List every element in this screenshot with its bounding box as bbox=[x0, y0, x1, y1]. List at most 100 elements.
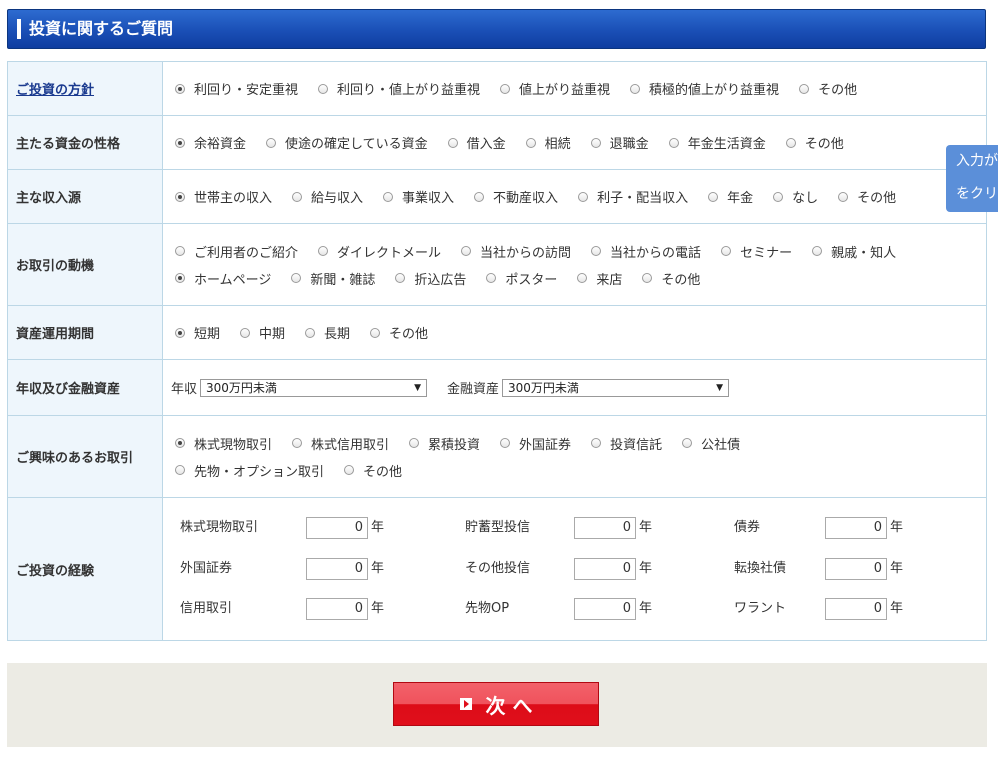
interest-option[interactable]: 投資信託 bbox=[591, 434, 662, 453]
motive-option[interactable]: セミナー bbox=[721, 242, 792, 261]
annual-income-select[interactable]: 300万円未満 ▼ bbox=[200, 378, 428, 397]
radio-button[interactable] bbox=[773, 191, 784, 202]
policy-option[interactable]: 利回り・安定重視 bbox=[175, 79, 298, 98]
radio-button[interactable] bbox=[785, 137, 796, 148]
radio-button[interactable] bbox=[500, 83, 511, 94]
period-option[interactable]: その他 bbox=[370, 323, 428, 342]
radio-button[interactable] bbox=[175, 327, 185, 338]
radio-button[interactable] bbox=[591, 246, 602, 256]
fund-option[interactable]: 退職金 bbox=[590, 133, 649, 152]
income-option[interactable]: その他 bbox=[838, 187, 896, 206]
motive-option[interactable]: ダイレクトメール bbox=[318, 242, 441, 261]
radio-button[interactable] bbox=[461, 246, 472, 256]
radio-button[interactable] bbox=[395, 273, 406, 283]
policy-label-link[interactable]: ご投資の方針 bbox=[16, 83, 94, 98]
radio-button[interactable] bbox=[175, 191, 185, 202]
experience-years-input[interactable]: 0 bbox=[306, 517, 368, 539]
experience-years-input[interactable]: 0 bbox=[306, 598, 368, 620]
interest-option[interactable]: 先物・オプション取引 bbox=[175, 461, 324, 480]
radio-button[interactable] bbox=[486, 273, 497, 283]
motive-option[interactable]: ポスター bbox=[486, 269, 557, 288]
radio-button[interactable] bbox=[175, 273, 185, 283]
experience-years-input[interactable]: 0 bbox=[306, 558, 368, 580]
radio-button[interactable] bbox=[175, 438, 185, 448]
income-option[interactable]: 事業収入 bbox=[383, 187, 454, 206]
motive-option[interactable]: その他 bbox=[642, 269, 700, 288]
radio-button[interactable] bbox=[291, 273, 302, 283]
financial-assets-select[interactable]: 300万円未満 ▼ bbox=[502, 378, 730, 397]
experience-years-input[interactable]: 0 bbox=[574, 558, 636, 580]
period-option[interactable]: 中期 bbox=[240, 323, 285, 342]
motive-option[interactable]: 当社からの電話 bbox=[591, 242, 701, 261]
policy-option[interactable]: 利回り・値上がり益重視 bbox=[318, 79, 480, 98]
radio-button[interactable] bbox=[682, 438, 693, 448]
radio-button[interactable] bbox=[578, 191, 589, 202]
motive-option[interactable]: 親戚・知人 bbox=[812, 242, 896, 261]
radio-button[interactable] bbox=[344, 465, 355, 475]
radio-button[interactable] bbox=[721, 246, 732, 256]
motive-option[interactable]: 来店 bbox=[577, 269, 622, 288]
radio-button[interactable] bbox=[292, 438, 303, 448]
radio-button[interactable] bbox=[447, 137, 458, 148]
radio-button[interactable] bbox=[668, 137, 679, 148]
income-option[interactable]: 利子・配当収入 bbox=[578, 187, 688, 206]
fund-option[interactable]: 使途の確定している資金 bbox=[266, 133, 428, 152]
experience-years-input[interactable]: 0 bbox=[825, 598, 887, 620]
fund-option[interactable]: 余裕資金 bbox=[175, 133, 246, 152]
fund-option[interactable]: 借入金 bbox=[447, 133, 506, 152]
radio-button[interactable] bbox=[577, 273, 588, 283]
motive-option[interactable]: 当社からの訪問 bbox=[461, 242, 571, 261]
interest-option[interactable]: 公社債 bbox=[682, 434, 740, 453]
radio-button[interactable] bbox=[370, 327, 381, 338]
radio-button[interactable] bbox=[318, 246, 329, 256]
radio-button[interactable] bbox=[799, 83, 810, 94]
radio-button[interactable] bbox=[175, 246, 185, 256]
income-option[interactable]: 不動産収入 bbox=[474, 187, 558, 206]
radio-button[interactable] bbox=[292, 191, 303, 202]
fund-option[interactable]: 年金生活資金 bbox=[668, 133, 766, 152]
experience-years-input[interactable]: 0 bbox=[574, 517, 636, 539]
interest-option[interactable]: 株式信用取引 bbox=[292, 434, 389, 453]
radio-button[interactable] bbox=[838, 191, 849, 202]
radio-button[interactable] bbox=[409, 438, 420, 448]
radio-button[interactable] bbox=[266, 137, 277, 148]
policy-option[interactable]: 積極的値上がり益重視 bbox=[630, 79, 779, 98]
radio-button[interactable] bbox=[240, 327, 251, 338]
side-help-tab[interactable]: 入力が をクリッ bbox=[946, 145, 998, 212]
radio-button[interactable] bbox=[175, 137, 185, 148]
income-option[interactable]: 世帯主の収入 bbox=[175, 187, 272, 206]
radio-button[interactable] bbox=[500, 438, 511, 448]
fund-option[interactable]: 相続 bbox=[525, 133, 571, 152]
radio-button[interactable] bbox=[175, 465, 185, 475]
policy-option[interactable]: その他 bbox=[799, 79, 857, 98]
radio-button[interactable] bbox=[708, 191, 719, 202]
interest-option[interactable]: 株式現物取引 bbox=[175, 434, 272, 453]
period-option[interactable]: 長期 bbox=[305, 323, 350, 342]
radio-button[interactable] bbox=[175, 83, 185, 94]
radio-button[interactable] bbox=[642, 273, 653, 283]
radio-button[interactable] bbox=[525, 137, 536, 148]
radio-button[interactable] bbox=[383, 191, 394, 202]
experience-years-input[interactable]: 0 bbox=[825, 558, 887, 580]
radio-button[interactable] bbox=[630, 83, 641, 94]
policy-option[interactable]: 値上がり益重視 bbox=[500, 79, 610, 98]
radio-button[interactable] bbox=[474, 191, 485, 202]
experience-years-input[interactable]: 0 bbox=[574, 598, 636, 620]
interest-option[interactable]: 外国証券 bbox=[500, 434, 571, 453]
interest-option[interactable]: その他 bbox=[344, 461, 402, 480]
income-option[interactable]: 給与収入 bbox=[292, 187, 363, 206]
radio-button[interactable] bbox=[305, 327, 316, 338]
radio-button[interactable] bbox=[590, 137, 601, 148]
motive-option[interactable]: 新聞・雑誌 bbox=[291, 269, 375, 288]
fund-option[interactable]: その他 bbox=[785, 133, 844, 152]
experience-years-input[interactable]: 0 bbox=[825, 517, 887, 539]
income-option[interactable]: 年金 bbox=[708, 187, 753, 206]
motive-option[interactable]: 折込広告 bbox=[395, 269, 466, 288]
next-button[interactable]: 次 へ bbox=[393, 682, 599, 726]
income-option[interactable]: なし bbox=[773, 187, 818, 206]
radio-button[interactable] bbox=[318, 83, 329, 94]
interest-option[interactable]: 累積投資 bbox=[409, 434, 480, 453]
motive-option[interactable]: ホームページ bbox=[175, 269, 271, 288]
motive-option[interactable]: ご利用者のご紹介 bbox=[175, 242, 298, 261]
period-option[interactable]: 短期 bbox=[175, 323, 220, 342]
